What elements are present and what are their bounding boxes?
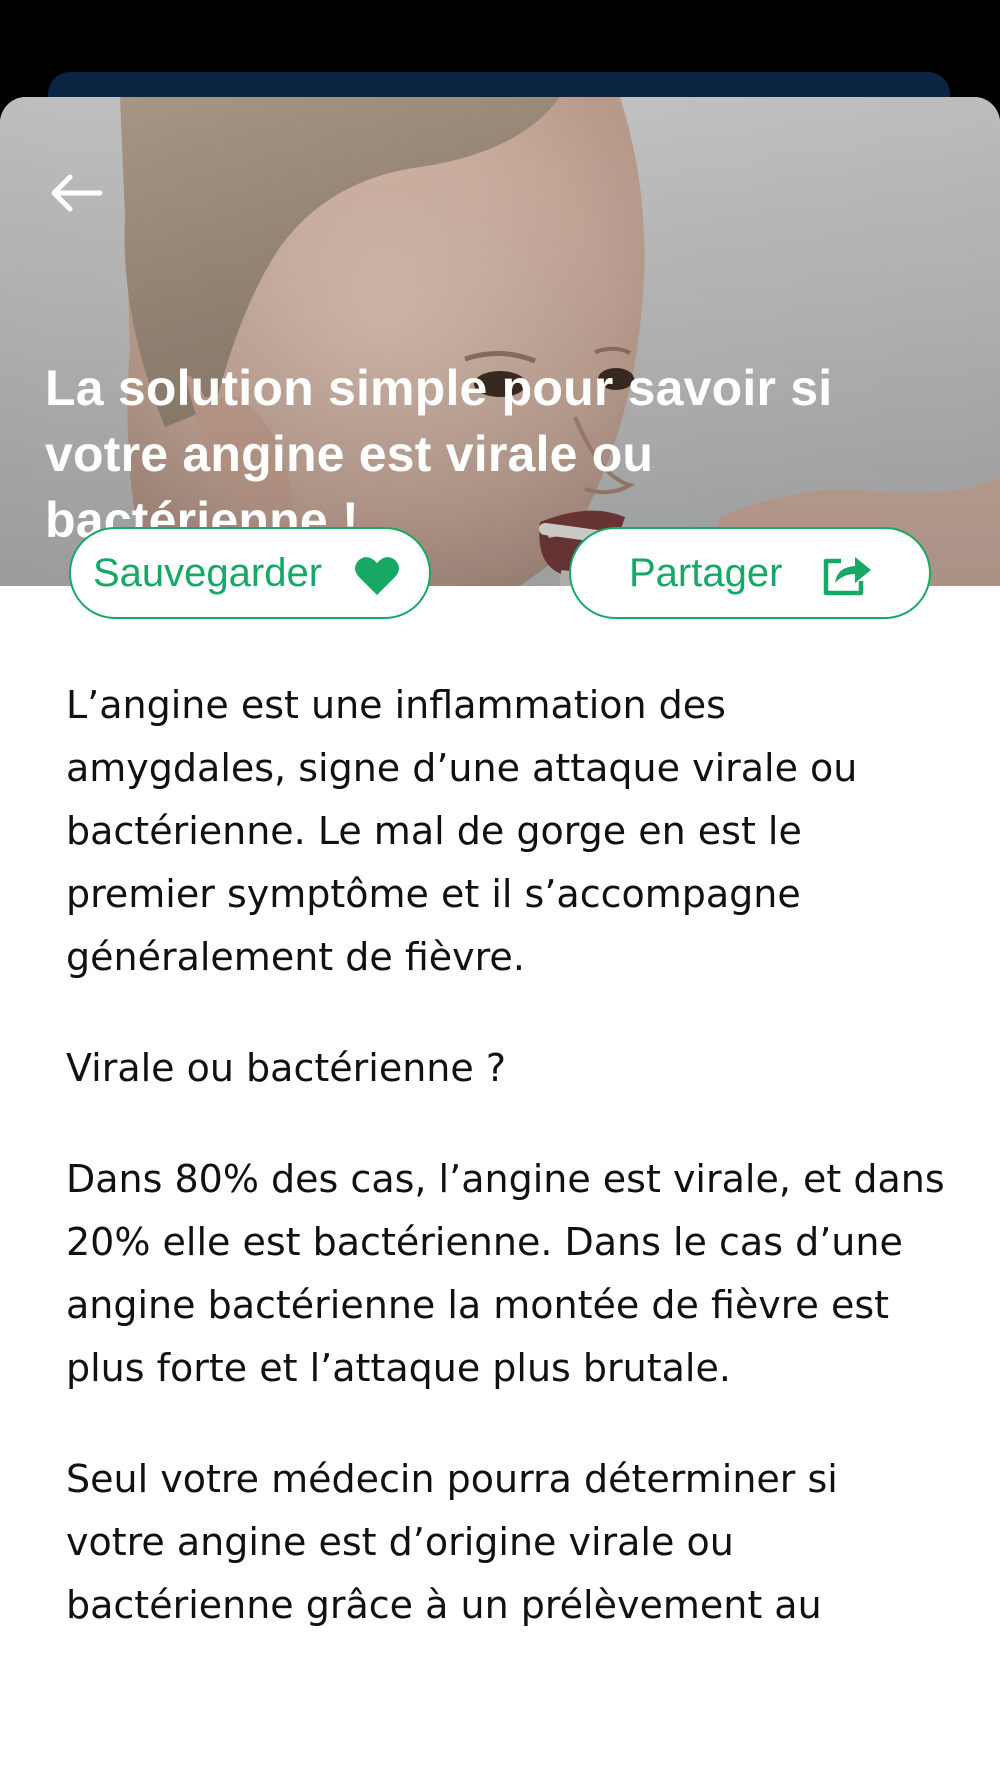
back-button[interactable] <box>40 157 112 229</box>
arrow-left-icon <box>51 174 103 212</box>
share-button[interactable]: Partager <box>569 527 931 619</box>
hero-header: La solution simple pour savoir si votre … <box>0 97 1000 586</box>
article-paragraph: Dans 80% des cas, l’angine est virale, e… <box>66 1157 945 1390</box>
article-body: L’angine est une inflammation des amygda… <box>66 674 946 1685</box>
article-subheading: Virale ou bactérienne ? <box>66 1046 506 1090</box>
share-button-label: Partager <box>629 550 783 595</box>
save-button[interactable]: Sauvegarder <box>69 527 431 619</box>
save-button-label: Sauvegarder <box>93 550 323 595</box>
article-paragraph: Seul votre médecin pourra déterminer si … <box>66 1457 838 1627</box>
screen: La solution simple pour savoir si votre … <box>0 0 1000 1778</box>
article-title: La solution simple pour savoir si votre … <box>45 360 833 548</box>
share-icon <box>821 553 873 607</box>
heart-icon <box>353 555 401 607</box>
article-paragraph: L’angine est une inflammation des amygda… <box>66 683 858 979</box>
